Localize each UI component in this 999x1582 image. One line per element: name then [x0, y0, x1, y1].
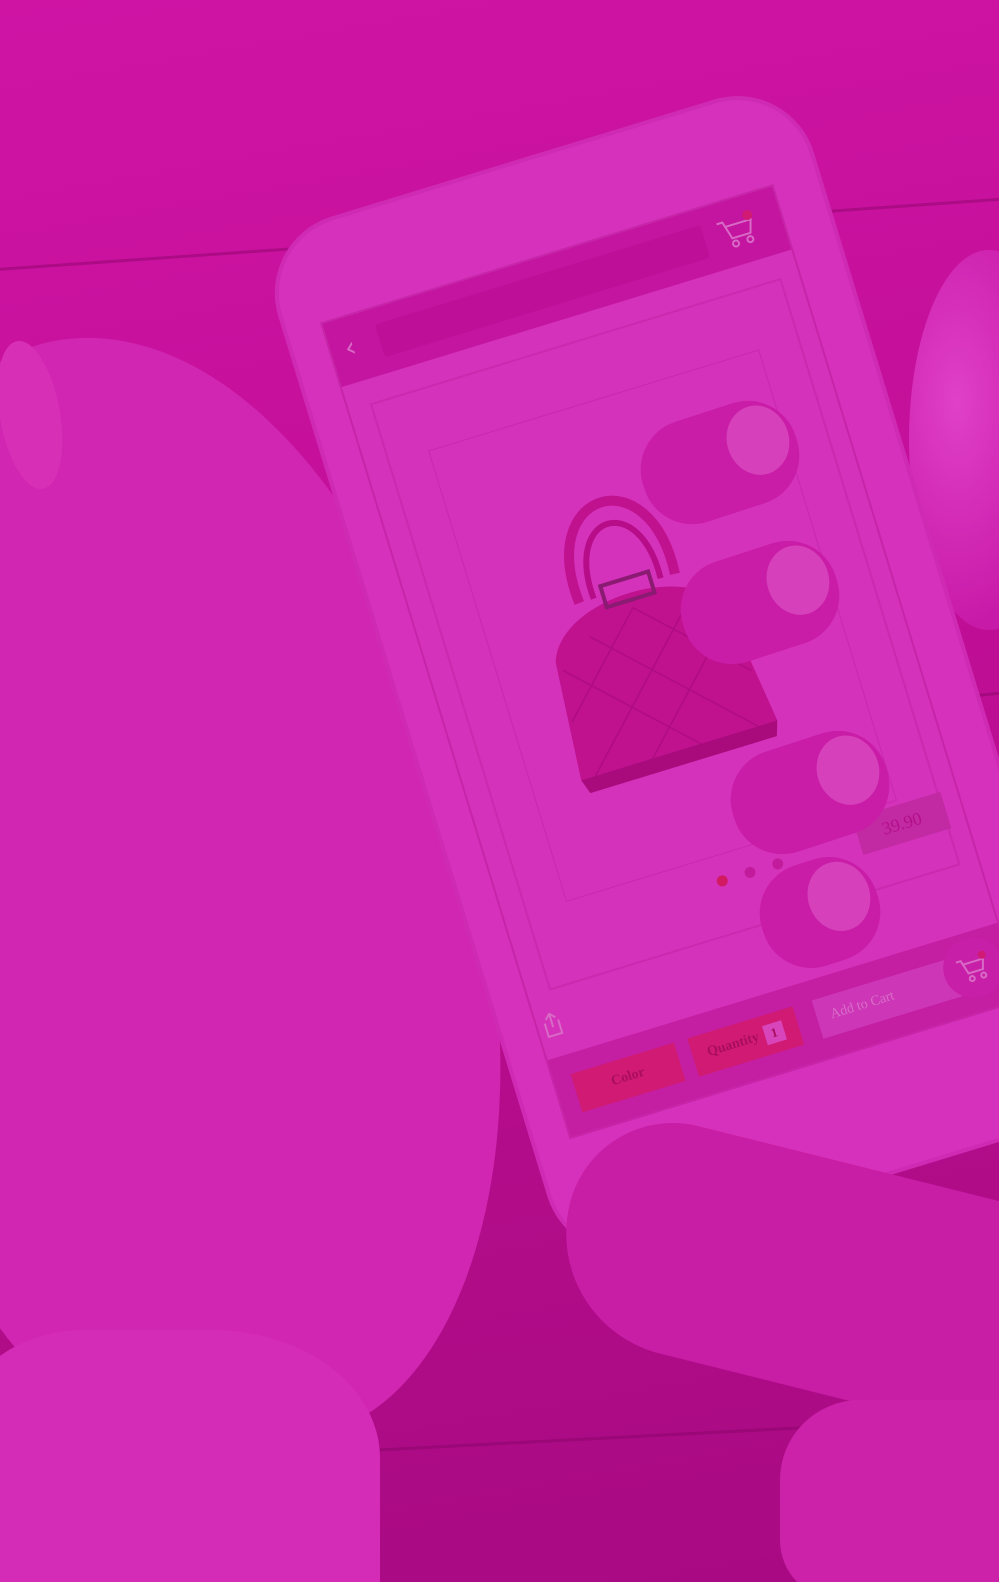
- carousel-dot[interactable]: [743, 865, 757, 880]
- cart-icon[interactable]: [713, 208, 762, 254]
- carousel-dot[interactable]: [715, 874, 730, 888]
- photo-scene: ‹ 39.90 Color Quantity 1 Add to Cart: [0, 0, 999, 1582]
- quantity-button[interactable]: Quantity 1: [687, 1006, 805, 1077]
- share-icon[interactable]: [538, 1009, 567, 1040]
- sleeve: [0, 1330, 380, 1582]
- right-wrist: [780, 1400, 999, 1582]
- quantity-value[interactable]: 1: [761, 1020, 787, 1046]
- chevron-left-icon[interactable]: ‹: [340, 330, 369, 365]
- carousel-dot[interactable]: [770, 857, 785, 871]
- color-button[interactable]: Color: [570, 1042, 686, 1113]
- quantity-label: Quantity: [705, 1029, 762, 1060]
